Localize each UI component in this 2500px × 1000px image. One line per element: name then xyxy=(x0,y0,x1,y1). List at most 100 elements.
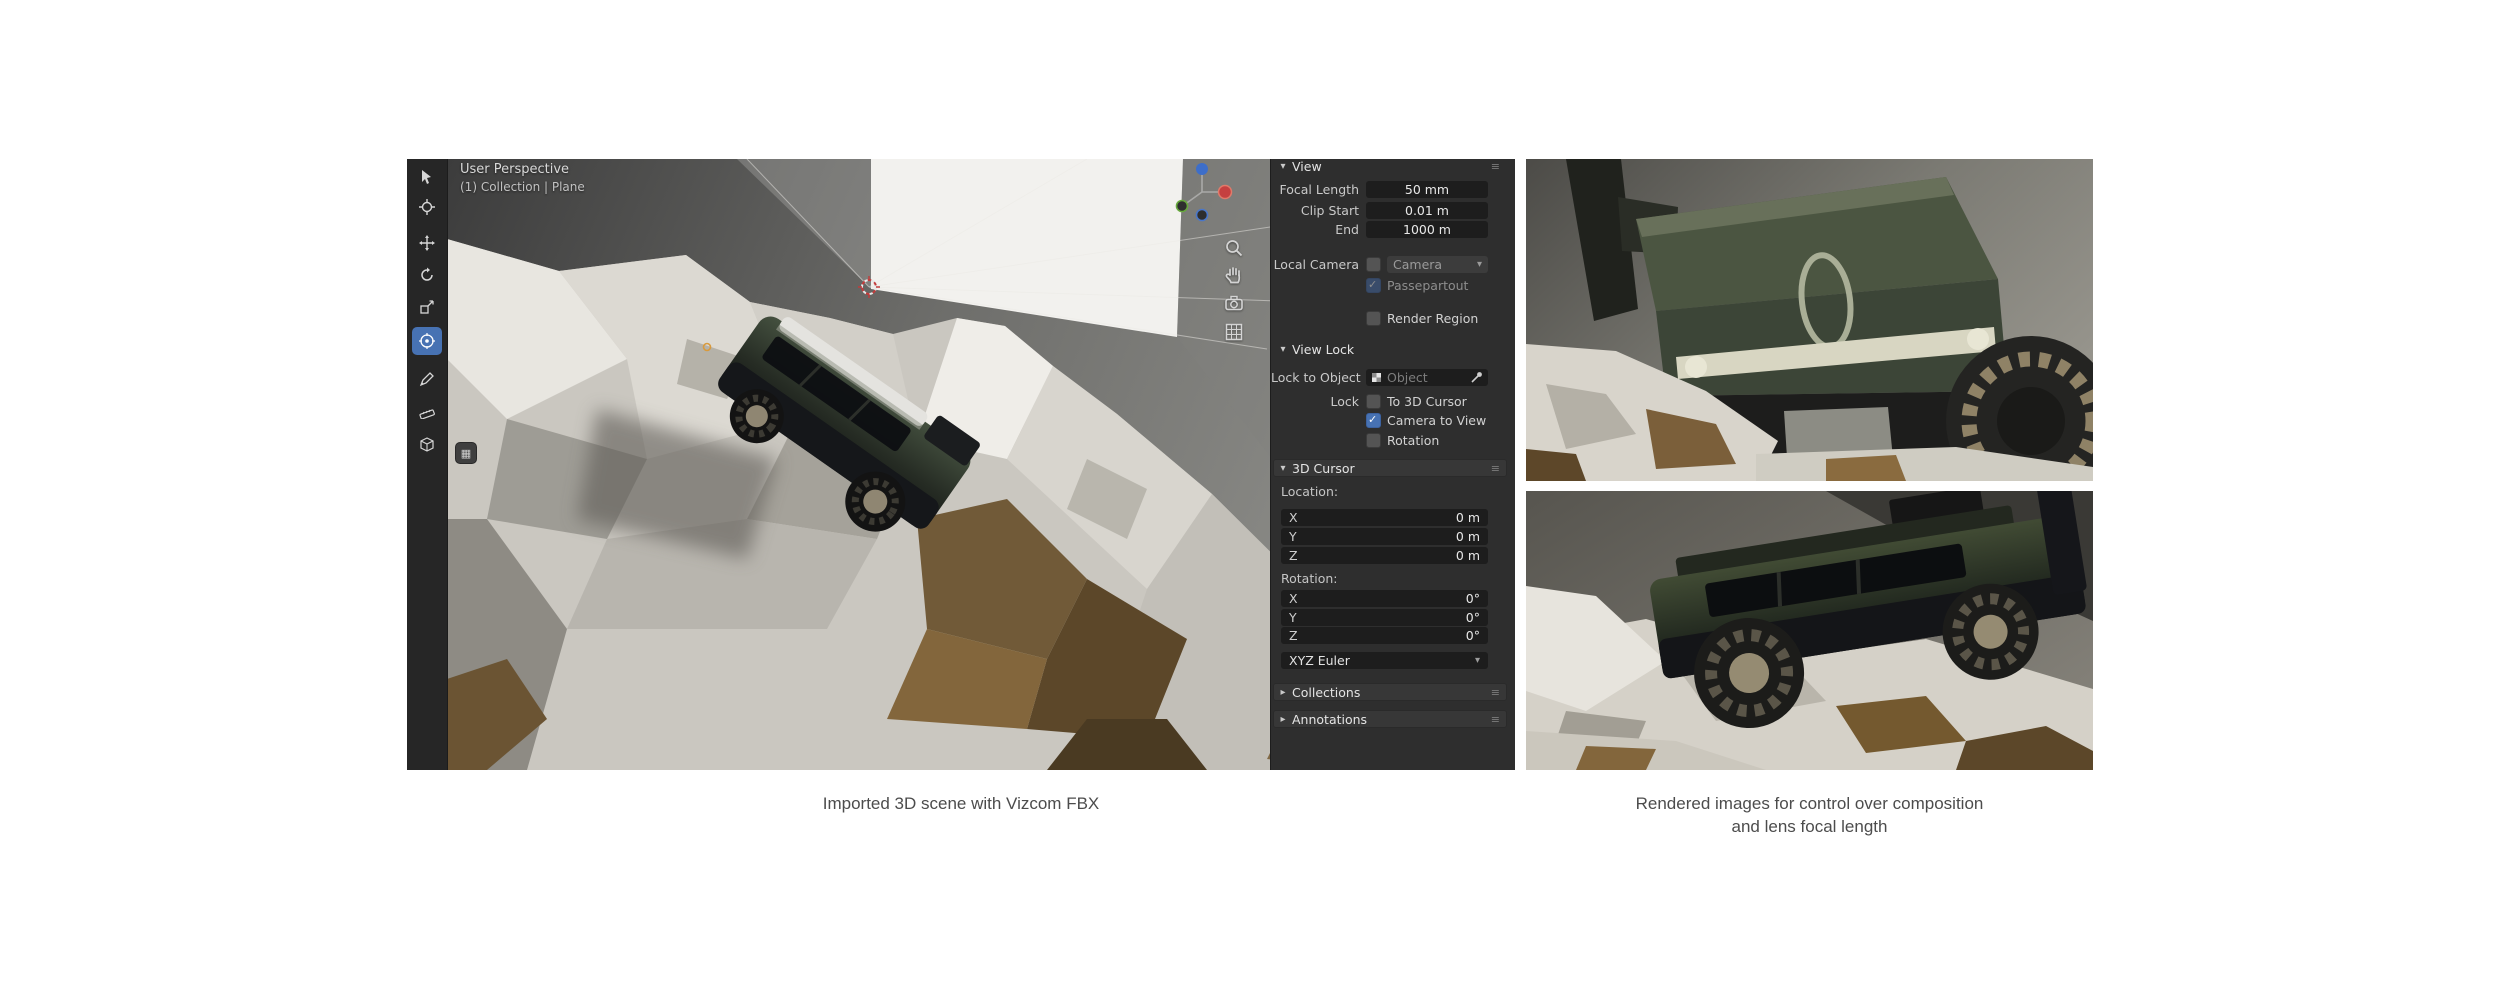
chevron-right-icon: ▸ xyxy=(1280,686,1286,698)
local-camera-value: Camera xyxy=(1393,257,1443,272)
rotate-tool-button[interactable] xyxy=(412,261,442,289)
lock-rotation-label: Rotation xyxy=(1387,433,1440,448)
annotate-tool-button[interactable] xyxy=(412,365,442,393)
to-3d-cursor-checkbox[interactable] xyxy=(1366,394,1381,409)
check-icon: ✓ xyxy=(1368,413,1378,426)
cursor-tool-button[interactable] xyxy=(412,193,442,221)
focal-length-field[interactable]: 50 mm xyxy=(1366,181,1488,198)
clip-start-field[interactable]: 0.01 m xyxy=(1366,202,1488,219)
eyedropper-icon[interactable] xyxy=(1470,371,1483,384)
chevron-down-icon: ▾ xyxy=(1280,160,1286,172)
view-perspective-label: User Perspective xyxy=(460,162,570,177)
collections-section-header[interactable]: ▸ Collections ≡ xyxy=(1273,683,1507,701)
move-tool-button[interactable] xyxy=(412,229,442,257)
clip-end-label: End xyxy=(1335,222,1359,237)
render-region-row: Render Region xyxy=(1271,309,1509,328)
section-menu-icon: ≡ xyxy=(1490,712,1500,726)
viewport-overlay-text: User Perspective (1) Collection | Plane xyxy=(460,162,585,194)
to-3d-cursor-label: To 3D Cursor xyxy=(1387,394,1467,409)
object-field-placeholder: Object xyxy=(1387,370,1428,385)
render-region-checkbox[interactable] xyxy=(1366,311,1381,326)
axis-x-dot[interactable] xyxy=(1217,184,1233,200)
passepartout-label: Passepartout xyxy=(1387,278,1469,293)
passepartout-checkbox[interactable]: ✓ xyxy=(1366,278,1381,293)
camera-to-view-checkbox[interactable]: ✓ xyxy=(1366,413,1381,428)
rotation-label: Rotation: xyxy=(1281,571,1338,586)
collection-path-label: (1) Collection | Plane xyxy=(460,180,585,194)
collections-section-label: Collections xyxy=(1292,684,1361,700)
hand-icon xyxy=(1225,267,1241,284)
3d-cursor-section-header[interactable]: ▾ 3D Cursor ≡ xyxy=(1273,459,1507,477)
camera-icon xyxy=(1225,295,1243,311)
clip-end-field[interactable]: 1000 m xyxy=(1366,221,1488,238)
location-label: Location: xyxy=(1281,484,1339,499)
move-icon xyxy=(419,235,435,251)
axis-value: 0 m xyxy=(1455,548,1480,563)
axis-neg-z-dot[interactable] xyxy=(1195,208,1209,222)
scale-tool-button[interactable] xyxy=(412,293,442,321)
add-cube-icon xyxy=(420,437,434,452)
annotations-section-label: Annotations xyxy=(1292,711,1368,727)
axis-label: Z xyxy=(1289,628,1298,643)
cursor-rotation-y-field[interactable]: Y 0° xyxy=(1281,609,1488,626)
sidebar-panel: ▾ View ≡ Focal Length 50 mm Clip Start 0… xyxy=(1270,159,1515,770)
lock-label: Lock xyxy=(1330,394,1359,409)
axis-value: 0 m xyxy=(1455,529,1480,544)
axis-label: Y xyxy=(1289,529,1297,544)
render-side-art xyxy=(1526,491,2093,770)
lock-to-object-label: Lock to Object xyxy=(1271,370,1361,385)
cursor-rotation-x-field[interactable]: X 0° xyxy=(1281,590,1488,607)
select-cursor-icon xyxy=(422,170,431,184)
local-camera-dropdown[interactable]: Camera ▾ xyxy=(1387,256,1488,273)
zoom-view-button[interactable] xyxy=(1223,237,1245,259)
rotate-icon xyxy=(421,267,433,281)
3d-cursor-section-label: 3D Cursor xyxy=(1292,460,1355,476)
caret-down-icon: ▾ xyxy=(1474,655,1480,666)
cursor-rotation-z-field[interactable]: Z 0° xyxy=(1281,627,1488,644)
passepartout-row: ✓ Passepartout xyxy=(1271,276,1509,295)
focal-length-label: Focal Length xyxy=(1279,182,1360,197)
focal-length-row: Focal Length 50 mm xyxy=(1271,180,1509,199)
axis-z-dot[interactable] xyxy=(1196,163,1208,175)
measure-ruler-icon xyxy=(419,409,435,419)
annotate-pen-icon xyxy=(419,372,434,387)
chevron-right-icon: ▸ xyxy=(1280,713,1286,725)
select-box-tool-button[interactable] xyxy=(412,163,442,191)
rotation-order-dropdown[interactable]: XYZ Euler ▾ xyxy=(1281,652,1488,669)
view-lock-section-header[interactable]: ▾ View Lock xyxy=(1273,340,1507,358)
cursor-location-y-field[interactable]: Y 0 m xyxy=(1281,528,1488,545)
blender-window: User Perspective (1) Collection | Plane xyxy=(407,159,1515,770)
section-menu-icon: ≡ xyxy=(1490,159,1500,173)
local-camera-label: Local Camera xyxy=(1273,257,1359,272)
cursor-location-z-field[interactable]: Z 0 m xyxy=(1281,547,1488,564)
navigation-gizmo[interactable] xyxy=(1169,159,1235,225)
lock-rotation-checkbox[interactable] xyxy=(1366,433,1381,448)
local-camera-row: Local Camera Camera ▾ xyxy=(1271,255,1509,274)
transform-tool-button[interactable] xyxy=(412,327,442,355)
caret-down-icon: ▾ xyxy=(1476,259,1482,270)
axis-gizmo-icon xyxy=(1175,163,1233,222)
camera-to-view-row: ✓ Camera to View xyxy=(1271,411,1509,430)
view-section-header[interactable]: ▾ View ≡ xyxy=(1273,159,1507,175)
pan-view-button[interactable] xyxy=(1223,264,1245,286)
caption-right-line1: Rendered images for control over composi… xyxy=(1635,794,1984,813)
measure-tool-button[interactable] xyxy=(412,397,442,425)
render-image-side xyxy=(1526,491,2093,770)
grid-ortho-icon xyxy=(1225,323,1243,341)
toggle-perspective-button[interactable] xyxy=(1223,321,1245,343)
caption-left-text: Imported 3D scene with Vizcom FBX xyxy=(822,794,1100,813)
transform-icon xyxy=(419,333,435,349)
annotations-section-header[interactable]: ▸ Annotations ≡ xyxy=(1273,710,1507,728)
axis-label: X xyxy=(1289,510,1298,525)
magnifier-icon xyxy=(1226,240,1243,257)
chevron-down-icon: ▾ xyxy=(1280,343,1286,355)
add-cube-tool-button[interactable] xyxy=(412,431,442,459)
cursor-location-x-field[interactable]: X 0 m xyxy=(1281,509,1488,526)
lock-to-object-row: Lock to Object Object xyxy=(1271,368,1509,387)
toolbar-expand-button[interactable]: ▦ xyxy=(455,442,477,464)
lock-object-field[interactable]: Object xyxy=(1366,369,1488,386)
axis-y-dot[interactable] xyxy=(1175,199,1189,213)
camera-view-button[interactable] xyxy=(1223,292,1245,314)
clip-start-label: Clip Start xyxy=(1300,203,1359,218)
local-camera-checkbox[interactable] xyxy=(1366,257,1381,272)
